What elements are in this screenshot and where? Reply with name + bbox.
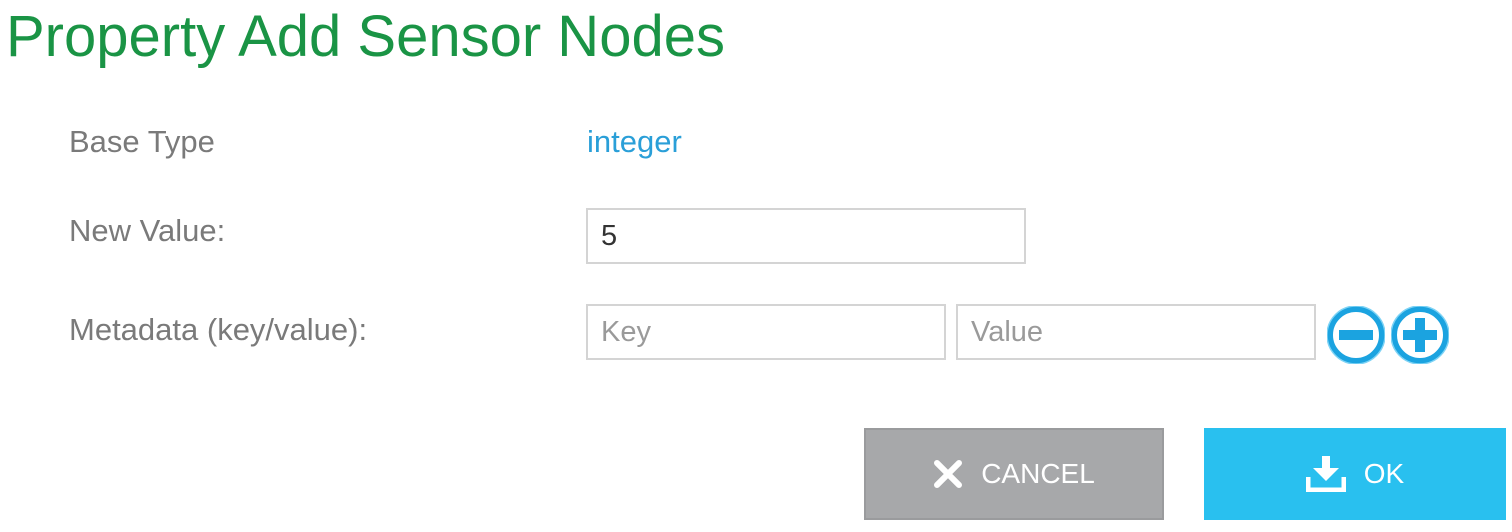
- base-type-value: integer: [587, 124, 682, 159]
- close-icon: [934, 460, 963, 488]
- new-value-label: New Value:: [69, 213, 226, 248]
- new-value-input[interactable]: [586, 208, 1026, 264]
- plus-circle-icon[interactable]: [1391, 306, 1449, 364]
- metadata-value-input[interactable]: [956, 304, 1316, 360]
- metadata-label: Metadata (key/value):: [69, 312, 368, 347]
- download-icon: [1305, 456, 1346, 492]
- base-type-label: Base Type: [69, 124, 215, 159]
- dialog-title: Property Add Sensor Nodes: [6, 4, 725, 69]
- ok-button[interactable]: OK: [1204, 428, 1506, 520]
- cancel-button-label: CANCEL: [981, 458, 1095, 489]
- cancel-button[interactable]: CANCEL: [864, 428, 1164, 520]
- metadata-key-input[interactable]: [586, 304, 946, 360]
- ok-button-label: OK: [1363, 458, 1405, 489]
- minus-circle-icon[interactable]: [1327, 306, 1385, 364]
